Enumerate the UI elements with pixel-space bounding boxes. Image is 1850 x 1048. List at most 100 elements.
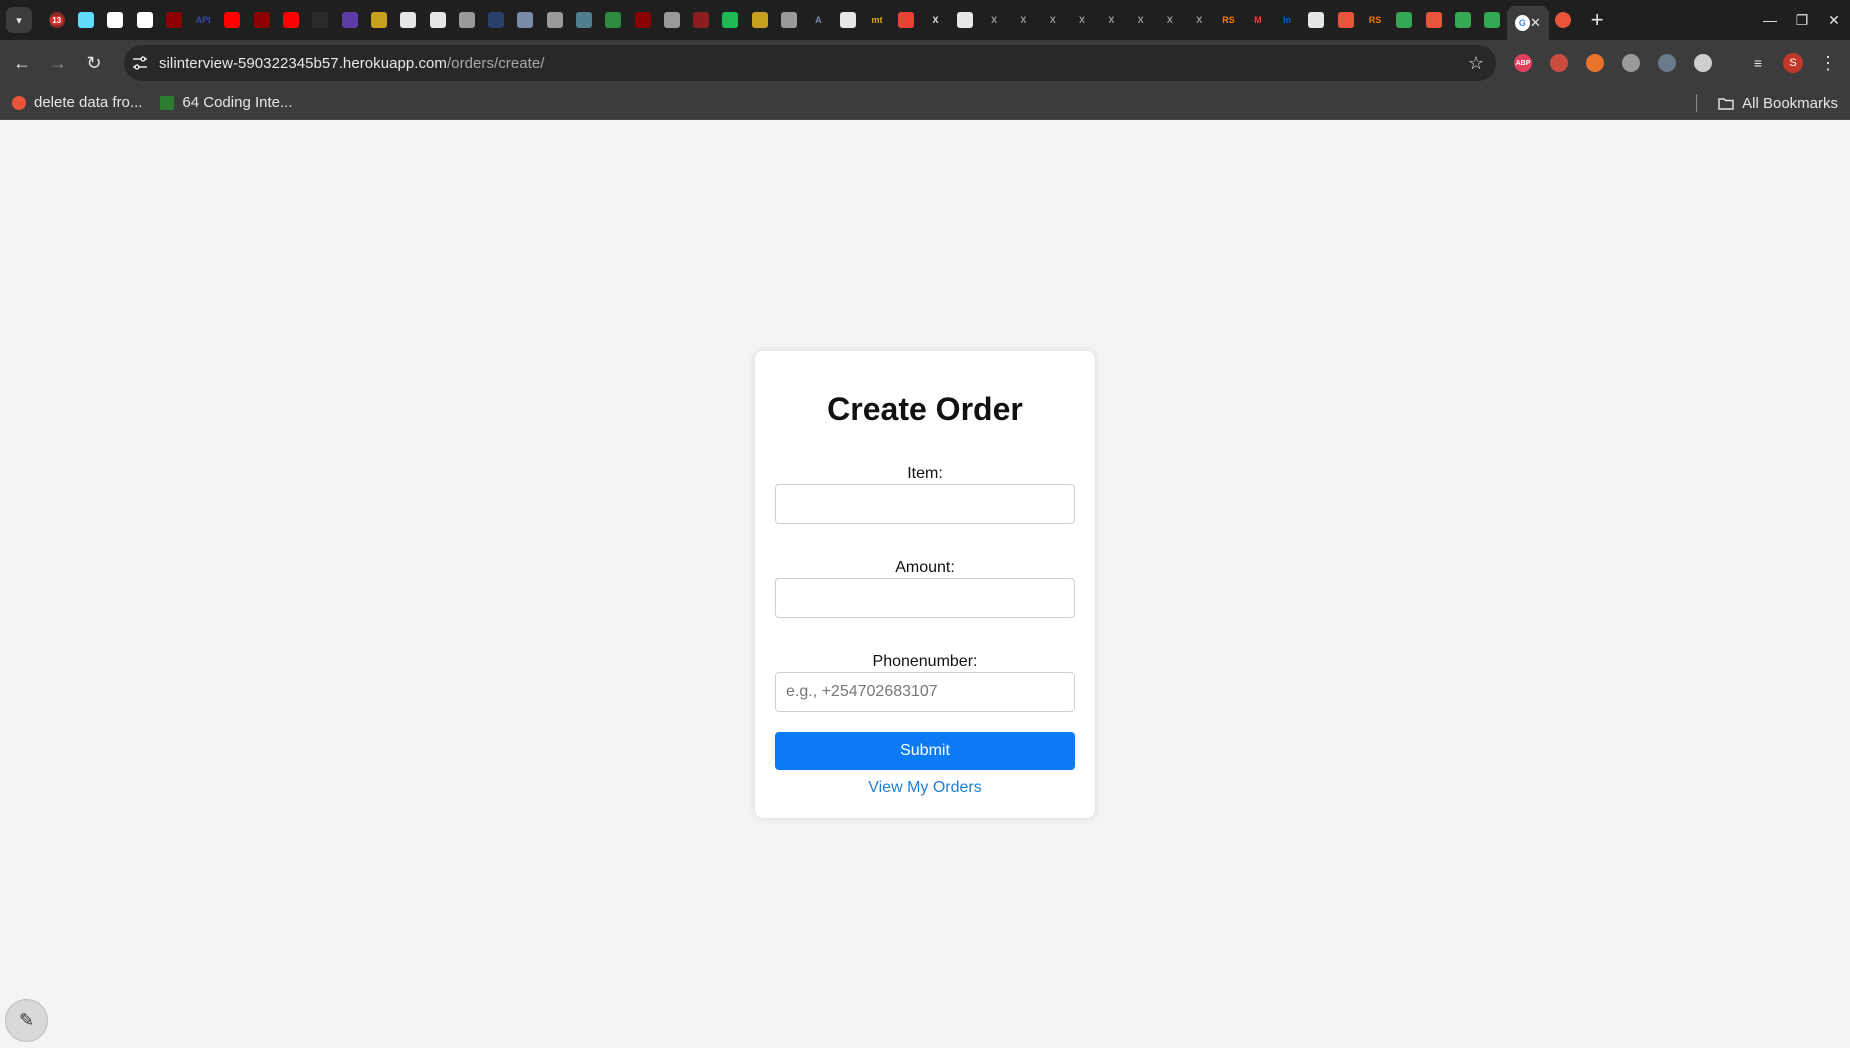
site-info-icon[interactable]: [132, 56, 148, 70]
tab[interactable]: [599, 5, 628, 35]
tab[interactable]: 13: [42, 5, 71, 35]
tab-favicon: mt: [871, 15, 883, 25]
tab[interactable]: X: [980, 5, 1009, 35]
tab-favicon: RS: [1222, 15, 1235, 25]
tab[interactable]: [628, 5, 657, 35]
tab[interactable]: M: [1243, 5, 1272, 35]
tab[interactable]: [452, 5, 481, 35]
url-path: /orders/create/: [446, 54, 545, 72]
tab[interactable]: [1448, 5, 1477, 35]
tab-favicon: [458, 12, 475, 28]
submit-button[interactable]: Submit: [775, 732, 1075, 770]
item-input[interactable]: [775, 484, 1075, 524]
tab[interactable]: X: [1185, 5, 1214, 35]
amount-input[interactable]: [775, 578, 1075, 618]
back-button[interactable]: ←: [4, 45, 40, 81]
tab[interactable]: [687, 5, 716, 35]
tab-favicon: [283, 12, 300, 28]
tab[interactable]: in: [1272, 5, 1301, 35]
tab[interactable]: [247, 5, 276, 35]
tab[interactable]: [774, 5, 803, 35]
tab-favicon: in: [1283, 15, 1292, 25]
extension-button[interactable]: [1577, 45, 1613, 81]
tab-favicon: X: [1020, 15, 1027, 25]
extension-button[interactable]: ABP: [1505, 45, 1541, 81]
tab[interactable]: mt: [862, 5, 891, 35]
tab-favicon: [663, 12, 680, 28]
tab[interactable]: [716, 5, 745, 35]
phonenumber-input[interactable]: [775, 672, 1075, 712]
annotate-button[interactable]: ✎: [5, 999, 48, 1042]
tab[interactable]: [540, 5, 569, 35]
bookmark-star-icon[interactable]: ☆: [1468, 53, 1484, 74]
tab[interactable]: [1419, 5, 1448, 35]
extension-button[interactable]: [1685, 45, 1721, 81]
menu-button[interactable]: ⋮: [1810, 45, 1846, 81]
tab-favicon: [517, 12, 534, 28]
tab[interactable]: [335, 5, 364, 35]
tab[interactable]: [159, 5, 188, 35]
bookmark-item[interactable]: delete data fro...: [12, 94, 142, 111]
arrow-right-icon: →: [49, 52, 67, 73]
extension-button[interactable]: [1541, 45, 1577, 81]
tab[interactable]: X: [1067, 5, 1096, 35]
minimize-icon[interactable]: —: [1754, 12, 1786, 28]
tab[interactable]: X: [921, 5, 950, 35]
extension-button[interactable]: [1613, 45, 1649, 81]
pen-icon: ✎: [18, 1010, 35, 1030]
tab[interactable]: [130, 5, 159, 35]
tab[interactable]: [364, 5, 393, 35]
tab[interactable]: [1331, 5, 1360, 35]
tab[interactable]: [745, 5, 774, 35]
extension-button[interactable]: [1649, 45, 1685, 81]
tab[interactable]: [481, 5, 510, 35]
tab-active[interactable]: G ✕: [1506, 6, 1549, 40]
new-tab-button[interactable]: +: [1582, 7, 1612, 33]
tab-favicon: [722, 12, 739, 28]
media-controls-button[interactable]: ≡: [1740, 45, 1776, 81]
tab[interactable]: [1390, 5, 1419, 35]
tab[interactable]: RS: [1360, 5, 1389, 35]
tab[interactable]: X: [1009, 5, 1038, 35]
reload-button[interactable]: ↻: [76, 45, 112, 81]
tab-favicon: [488, 12, 505, 28]
tab[interactable]: [218, 5, 247, 35]
view-orders-link[interactable]: View My Orders: [755, 779, 1095, 797]
bookmark-favicon: [160, 95, 175, 110]
tab[interactable]: API: [188, 5, 217, 35]
tab[interactable]: [423, 5, 452, 35]
all-bookmarks-button[interactable]: All Bookmarks: [1718, 86, 1838, 120]
tab[interactable]: RS: [1214, 5, 1243, 35]
tab-search-button[interactable]: ▾: [6, 7, 32, 33]
tab[interactable]: X: [1097, 5, 1126, 35]
tab[interactable]: X: [1155, 5, 1184, 35]
address-bar[interactable]: silinterview-590322345b57.herokuapp.com/…: [124, 45, 1496, 81]
tab-favicon: [253, 12, 270, 28]
tab[interactable]: [101, 5, 130, 35]
tab-favicon: X: [1049, 15, 1056, 25]
tab[interactable]: [394, 5, 423, 35]
tab[interactable]: [892, 5, 921, 35]
tab[interactable]: A: [804, 5, 833, 35]
tab[interactable]: [1549, 5, 1578, 35]
tab-favicon: [1425, 12, 1442, 28]
tab[interactable]: X: [1126, 5, 1155, 35]
profile-button[interactable]: S: [1775, 45, 1811, 81]
tab[interactable]: X: [1038, 5, 1067, 35]
restore-icon[interactable]: ❐: [1786, 12, 1818, 29]
tab[interactable]: [569, 5, 598, 35]
tab[interactable]: [657, 5, 686, 35]
tab[interactable]: [276, 5, 305, 35]
tab[interactable]: [1478, 5, 1507, 35]
tab-close-icon[interactable]: ✕: [1530, 15, 1541, 31]
tab[interactable]: [1302, 5, 1331, 35]
close-window-icon[interactable]: ✕: [1818, 12, 1850, 29]
forward-button[interactable]: →: [40, 45, 76, 81]
tab-favicon: [634, 12, 651, 28]
tab[interactable]: [950, 5, 979, 35]
tab[interactable]: [71, 5, 100, 35]
tab[interactable]: [511, 5, 540, 35]
tab[interactable]: [833, 5, 862, 35]
tab[interactable]: [306, 5, 335, 35]
bookmark-item[interactable]: 64 Coding Inte...: [160, 94, 292, 111]
